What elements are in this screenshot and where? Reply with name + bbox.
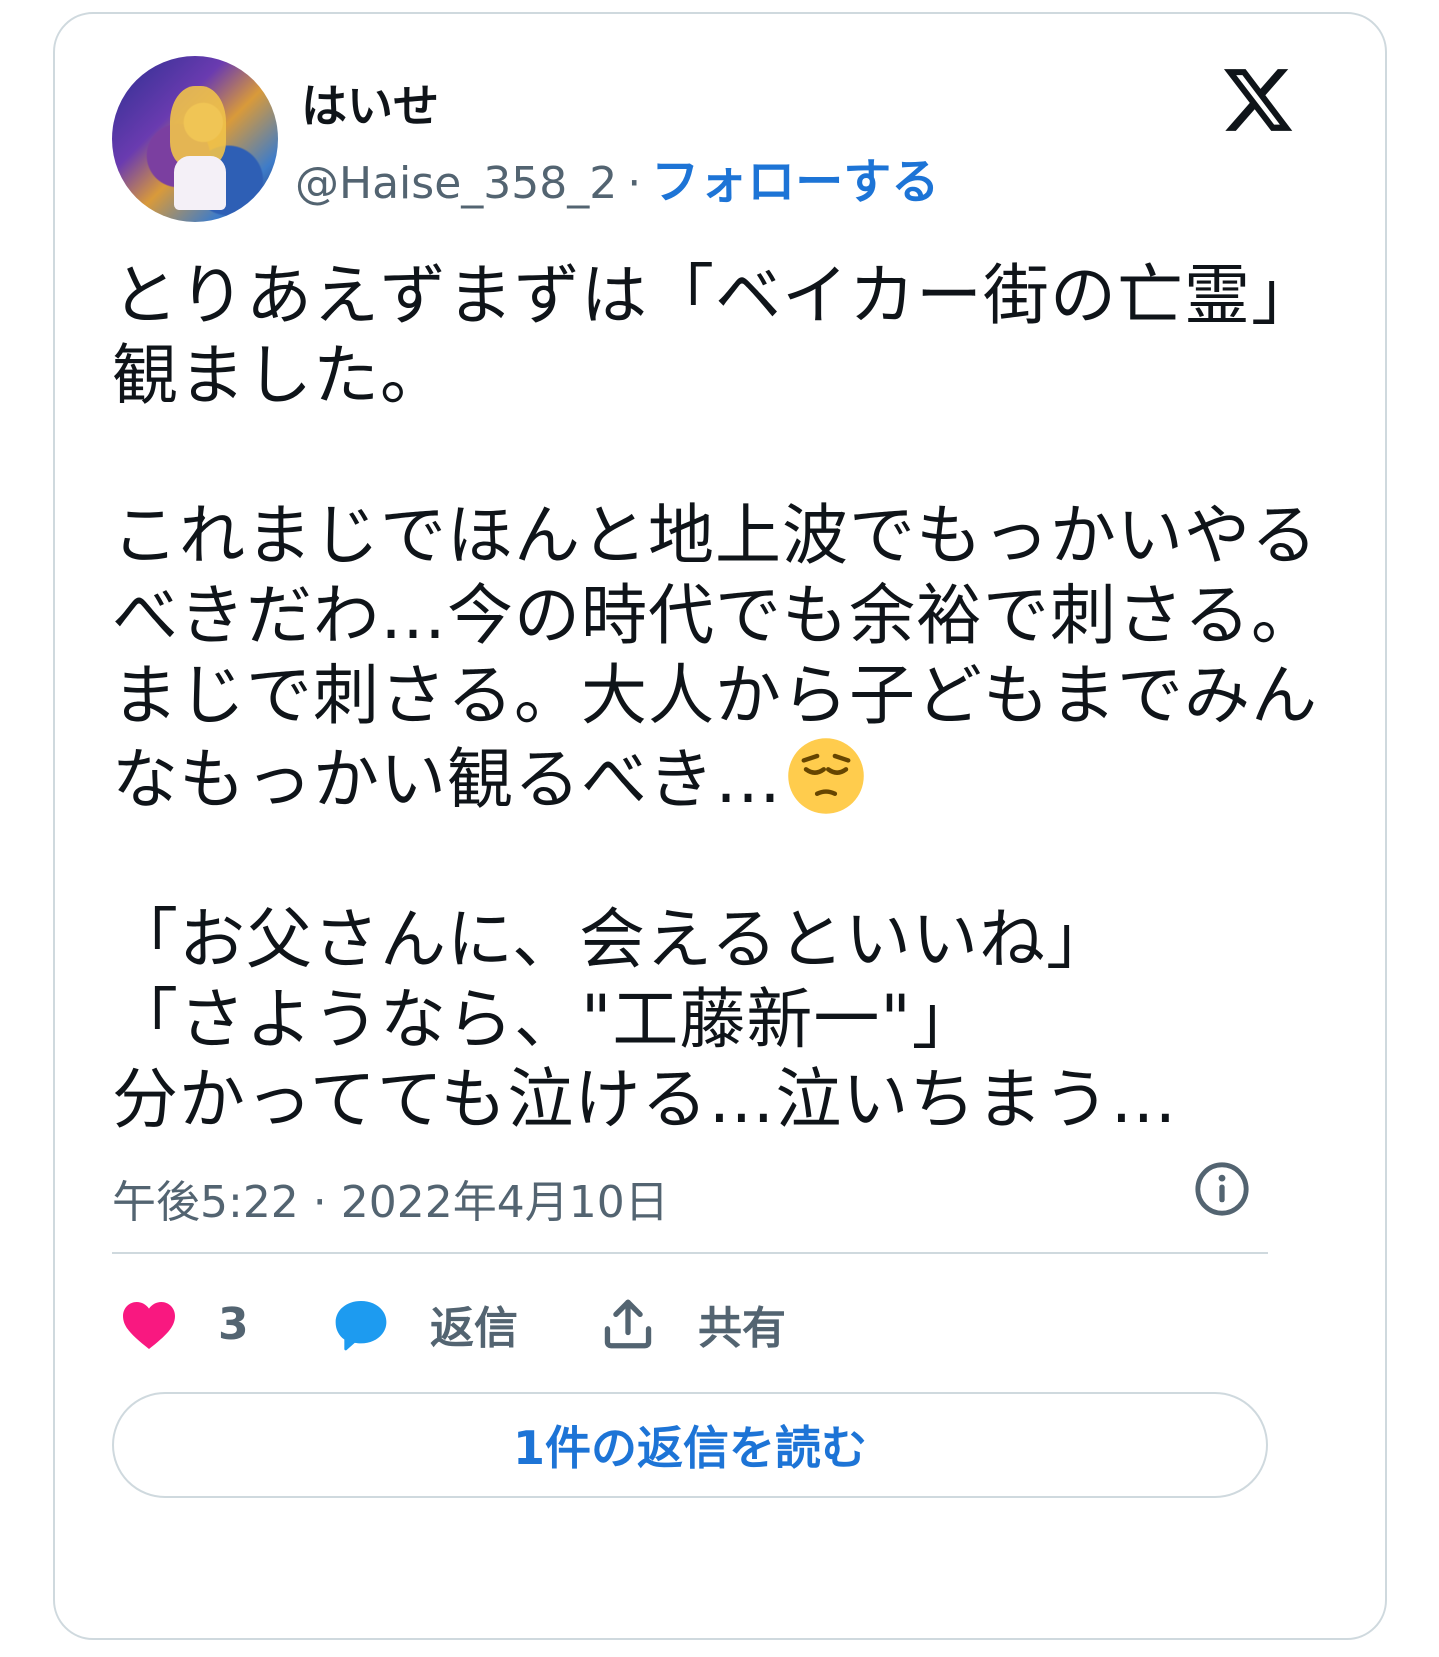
follow-button[interactable]: フォローする — [651, 154, 939, 210]
tweet-timestamp[interactable]: 午後5:22 · 2022年4月10日 — [112, 1166, 669, 1230]
handle-separator: · — [627, 158, 642, 209]
like-count: 3 — [218, 1298, 249, 1350]
info-icon[interactable] — [1193, 1160, 1251, 1218]
tweet-text-body: とりあえずまずは「ベイカー街の亡霊」観ました。 これまじでほんと地上波でもっかい… — [112, 257, 1318, 818]
handle-row: @Haise_358_2 · フォローする — [295, 142, 939, 212]
avatar-hair — [170, 86, 226, 166]
reply-label: 返信 — [430, 1303, 518, 1354]
display-name[interactable]: はいせ — [301, 70, 439, 136]
x-logo-icon[interactable] — [1220, 62, 1296, 138]
avatar[interactable] — [112, 56, 278, 222]
action-bar: 3 返信 共有 — [112, 1289, 1268, 1359]
tweet-text-tail: 「お父さんに、会えるといいね」 「さようなら、"工藤新一"」 分かってても泣ける… — [112, 901, 1178, 1138]
share-label: 共有 — [698, 1303, 786, 1354]
read-replies-button[interactable]: 1件の返信を読む — [112, 1392, 1268, 1498]
tweet-card: はいせ @Haise_358_2 · フォローする とりあえずまずは「ベイカー街の亡… — [53, 12, 1387, 1640]
user-handle[interactable]: @Haise_358_2 — [295, 158, 617, 209]
reply-button[interactable]: 返信 — [330, 1289, 518, 1359]
like-button[interactable]: 3 — [120, 1289, 249, 1359]
pensive-face-icon — [788, 738, 864, 814]
divider — [112, 1252, 1268, 1254]
avatar-dress — [174, 156, 226, 210]
tweet-text: とりあえずまずは「ベイカー街の亡霊」観ました。 これまじでほんと地上波でもっかい… — [112, 256, 1342, 1140]
share-icon — [604, 1299, 652, 1349]
heart-icon — [123, 1302, 175, 1350]
reply-bubble-icon — [335, 1301, 387, 1351]
share-button[interactable]: 共有 — [598, 1289, 786, 1359]
